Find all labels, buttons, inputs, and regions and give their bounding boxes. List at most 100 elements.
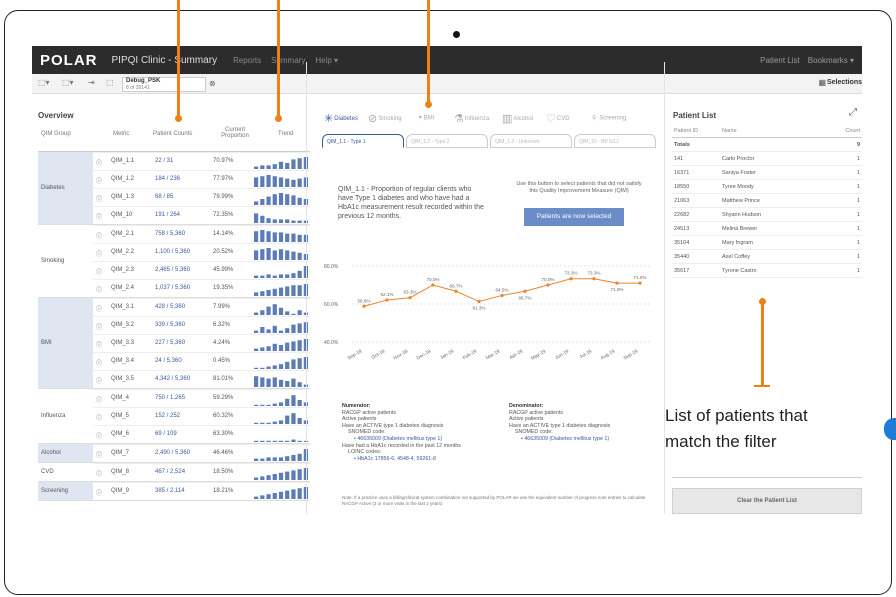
info-icon[interactable]: ⓘ	[96, 267, 102, 276]
close-icon[interactable]: ⊗	[209, 79, 216, 88]
patient-row[interactable]: 21063 Matthew Prince 1	[672, 194, 862, 208]
qim-group-label[interactable]: Smoking	[38, 225, 93, 297]
info-icon[interactable]: ⓘ	[96, 395, 102, 404]
qim-group-label[interactable]: Screening	[38, 482, 93, 500]
qim-row[interactable]: ⓘ QIM_9 385 / 2,114 18.21%	[93, 482, 310, 500]
patient-row[interactable]: 24513 Melina Brewer 1	[672, 222, 862, 236]
patient-row[interactable]: 35104 Mary Ingram 1	[672, 236, 862, 250]
info-icon[interactable]: ⓘ	[96, 488, 102, 497]
qim-row[interactable]: ⓘ QIM_2.1 758 / 5,360 14.14%	[93, 225, 310, 243]
info-icon[interactable]: ⓘ	[96, 431, 102, 440]
info-icon[interactable]: ⓘ	[96, 450, 102, 459]
info-icon[interactable]: ⓘ	[96, 376, 102, 385]
qim-group-label[interactable]: Alcohol	[38, 444, 93, 462]
subtab-qim[interactable]: QIM_1.3 - Unknown	[490, 134, 572, 148]
info-icon[interactable]: ⓘ	[96, 322, 102, 331]
clear-selections-icon[interactable]: ⬚	[106, 78, 114, 87]
smart-search-icon[interactable]: ⬚▾	[38, 78, 50, 87]
patient-counts[interactable]: 22 / 31	[155, 158, 173, 164]
subtab-qim[interactable]: QIM_1.1 - Type 1	[322, 134, 404, 148]
info-icon[interactable]: ⓘ	[96, 176, 102, 185]
subtab-qim[interactable]: QIM_1.2 - Type 2	[406, 134, 488, 148]
data-point[interactable]	[569, 277, 573, 281]
nav-patient-list[interactable]: Patient List	[760, 56, 800, 65]
nav-help[interactable]: Help ▾	[315, 56, 338, 65]
info-icon[interactable]: ⓘ	[96, 469, 102, 478]
qim-group-label[interactable]: Influenza	[38, 389, 93, 443]
nav-bookmarks[interactable]: Bookmarks ▾	[808, 56, 854, 65]
data-point[interactable]	[523, 289, 527, 293]
tab-cvd[interactable]: ♡CVD	[546, 112, 570, 125]
qim-group-label[interactable]: BMI	[38, 298, 93, 388]
qim-row[interactable]: ⓘ QIM_6 69 / 109 63.30%	[93, 425, 310, 443]
data-point[interactable]	[408, 296, 412, 300]
data-point[interactable]	[454, 289, 458, 293]
patient-counts[interactable]: 191 / 264	[155, 212, 180, 218]
selections-button[interactable]: Selections	[827, 79, 862, 86]
selection-chip[interactable]: Debug_PSK 8 of 39141	[122, 77, 206, 92]
data-point[interactable]	[546, 283, 550, 287]
tab-bmi[interactable]: ◔BMI	[416, 112, 434, 124]
tab-diabetes[interactable]: ✳Diabetes	[324, 112, 358, 125]
patient-row[interactable]: 16371 Saniya Foster 1	[672, 166, 862, 180]
col-name[interactable]: Name	[722, 128, 737, 134]
qim-group-label[interactable]: CVD	[38, 463, 93, 481]
qim-row[interactable]: ⓘ QIM_8 467 / 2,524 18.50%	[93, 463, 310, 481]
patient-counts[interactable]: 184 / 236	[155, 176, 180, 182]
patient-row[interactable]: 35440 Axel Coffey 1	[672, 250, 862, 264]
info-icon[interactable]: ⓘ	[96, 249, 102, 258]
data-point[interactable]	[500, 293, 504, 298]
qim-row[interactable]: ⓘ QIM_3.4 24 / 5,360 0.45%	[93, 352, 310, 370]
patient-counts[interactable]: 750 / 1,265	[155, 395, 185, 401]
selections-icon[interactable]: ▦	[818, 78, 826, 87]
info-icon[interactable]: ⓘ	[96, 358, 102, 367]
data-point[interactable]	[385, 298, 389, 302]
info-icon[interactable]: ⓘ	[96, 158, 102, 167]
info-icon[interactable]: ⓘ	[96, 231, 102, 240]
patient-counts[interactable]: 758 / 5,360	[155, 231, 185, 237]
patient-counts[interactable]: 2,490 / 5,360	[155, 450, 190, 456]
qim-row[interactable]: ⓘ QIM_4 750 / 1,265 59.29%	[93, 389, 310, 407]
info-icon[interactable]: ⓘ	[96, 340, 102, 349]
qim-row[interactable]: ⓘ QIM_3.5 4,342 / 5,360 81.01%	[93, 370, 310, 388]
data-point[interactable]	[615, 281, 619, 285]
patient-counts[interactable]: 2,465 / 5,360	[155, 267, 190, 273]
data-point[interactable]	[477, 299, 481, 304]
patient-row[interactable]: 141 Carlo Proctor 1	[672, 152, 862, 166]
patient-counts[interactable]: 152 / 252	[155, 413, 180, 419]
info-icon[interactable]: ⓘ	[96, 413, 102, 422]
qim-row[interactable]: ⓘ QIM_1.1 22 / 31 70.97%	[93, 152, 310, 170]
clear-patient-list-button[interactable]: Clear the Patient List	[672, 488, 862, 514]
tab-screening[interactable]: ♀Screening	[590, 112, 626, 124]
qim-row[interactable]: ⓘ QIM_3.3 227 / 5,360 4.24%	[93, 334, 310, 352]
patient-counts[interactable]: 339 / 5,360	[155, 322, 185, 328]
tab-influenza[interactable]: ⚗Influenza	[454, 112, 489, 125]
qim-row[interactable]: ⓘ QIM_10 191 / 264 72.35%	[93, 206, 310, 224]
tab-smoking[interactable]: ⊘Smoking	[368, 112, 402, 125]
patient-counts[interactable]: 4,342 / 5,360	[155, 376, 190, 382]
qim-row[interactable]: ⓘ QIM_1.2 184 / 236 77.97%	[93, 170, 310, 188]
qim-row[interactable]: ⓘ QIM_5 152 / 252 60.32%	[93, 407, 310, 425]
patient-counts[interactable]: 1,037 / 5,360	[155, 285, 190, 291]
qim-row[interactable]: ⓘ QIM_3.1 428 / 5,360 7.99%	[93, 298, 310, 316]
info-icon[interactable]: ⓘ	[96, 194, 102, 203]
patient-counts[interactable]: 24 / 5,360	[155, 358, 182, 364]
tab-alcohol[interactable]: ▥Alcohol	[502, 112, 533, 125]
patient-counts[interactable]: 467 / 2,524	[155, 469, 185, 475]
patient-counts[interactable]: 385 / 2,114	[155, 488, 185, 494]
patient-row[interactable]: 18550 Tyree Moody 1	[672, 180, 862, 194]
subtab-qim[interactable]: QIM_10 - BP 6/12	[574, 134, 656, 148]
data-point[interactable]	[592, 277, 596, 281]
qim-row[interactable]: ⓘ QIM_1.3 68 / 85 79.99%	[93, 188, 310, 206]
patient-counts[interactable]: 68 / 85	[155, 194, 173, 200]
col-patient-id[interactable]: Patient ID	[674, 128, 698, 134]
qim-row[interactable]: ⓘ QIM_2.2 1,100 / 5,360 20.52%	[93, 243, 310, 261]
qim-row[interactable]: ⓘ QIM_2.3 2,465 / 5,360 45.99%	[93, 261, 310, 279]
patient-row[interactable]: 35617 Tyrone Castro 1	[672, 264, 862, 278]
patient-counts[interactable]: 1,100 / 5,360	[155, 249, 190, 255]
qim-row[interactable]: ⓘ QIM_2.4 1,037 / 5,360 19.35%	[93, 279, 310, 297]
back-icon[interactable]: ⇥	[88, 78, 95, 87]
info-icon[interactable]: ⓘ	[96, 212, 102, 221]
nav-reports[interactable]: Reports	[233, 56, 261, 65]
qim-row[interactable]: ⓘ QIM_7 2,490 / 5,360 46.46%	[93, 444, 310, 462]
